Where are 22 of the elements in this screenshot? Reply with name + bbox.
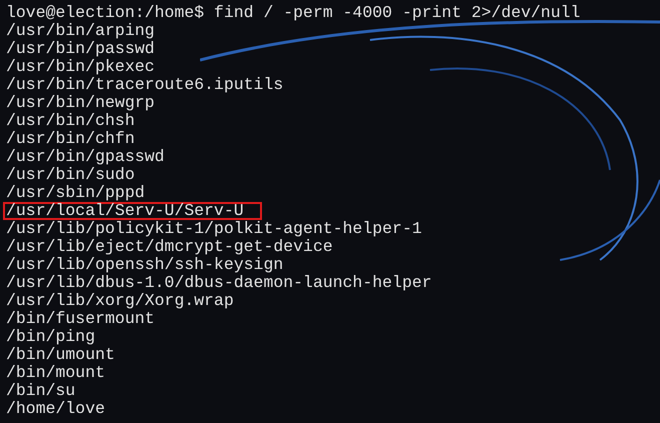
terminal-line: /bin/mount <box>6 364 106 382</box>
terminal-line: /usr/sbin/pppd <box>6 184 145 202</box>
terminal-line: /usr/lib/dbus-1.0/dbus-daemon-launch-helper <box>6 274 432 292</box>
terminal-line: /usr/bin/newgrp <box>6 94 155 112</box>
terminal-line: /usr/bin/arping <box>6 22 155 40</box>
terminal-line: /usr/bin/pkexec <box>6 58 155 76</box>
terminal-line: /bin/su <box>6 382 76 400</box>
terminal-line: /usr/lib/xorg/Xorg.wrap <box>6 292 234 310</box>
terminal-line: /usr/bin/gpasswd <box>6 148 164 166</box>
terminal-line: /home/love <box>6 400 106 418</box>
terminal-line: /usr/bin/chsh <box>6 112 135 130</box>
terminal-line: /usr/lib/openssh/ssh-keysign <box>6 256 284 274</box>
terminal-line: /usr/lib/eject/dmcrypt-get-device <box>6 238 333 256</box>
terminal-line: /usr/bin/traceroute6.iputils <box>6 76 284 94</box>
terminal-line: /bin/ping <box>6 328 96 346</box>
terminal-line: /bin/fusermount <box>6 310 155 328</box>
terminal-line: /usr/lib/policykit-1/polkit-agent-helper-1 <box>6 220 422 238</box>
terminal-line: /usr/bin/chfn <box>6 130 135 148</box>
terminal-line: love@election:/home$ find / -perm -4000 -print 2>/dev/null <box>6 4 580 22</box>
terminal-line: /bin/umount <box>6 346 115 364</box>
terminal-line: /usr/bin/sudo <box>6 166 135 184</box>
terminal-line: /usr/bin/passwd <box>6 40 155 58</box>
